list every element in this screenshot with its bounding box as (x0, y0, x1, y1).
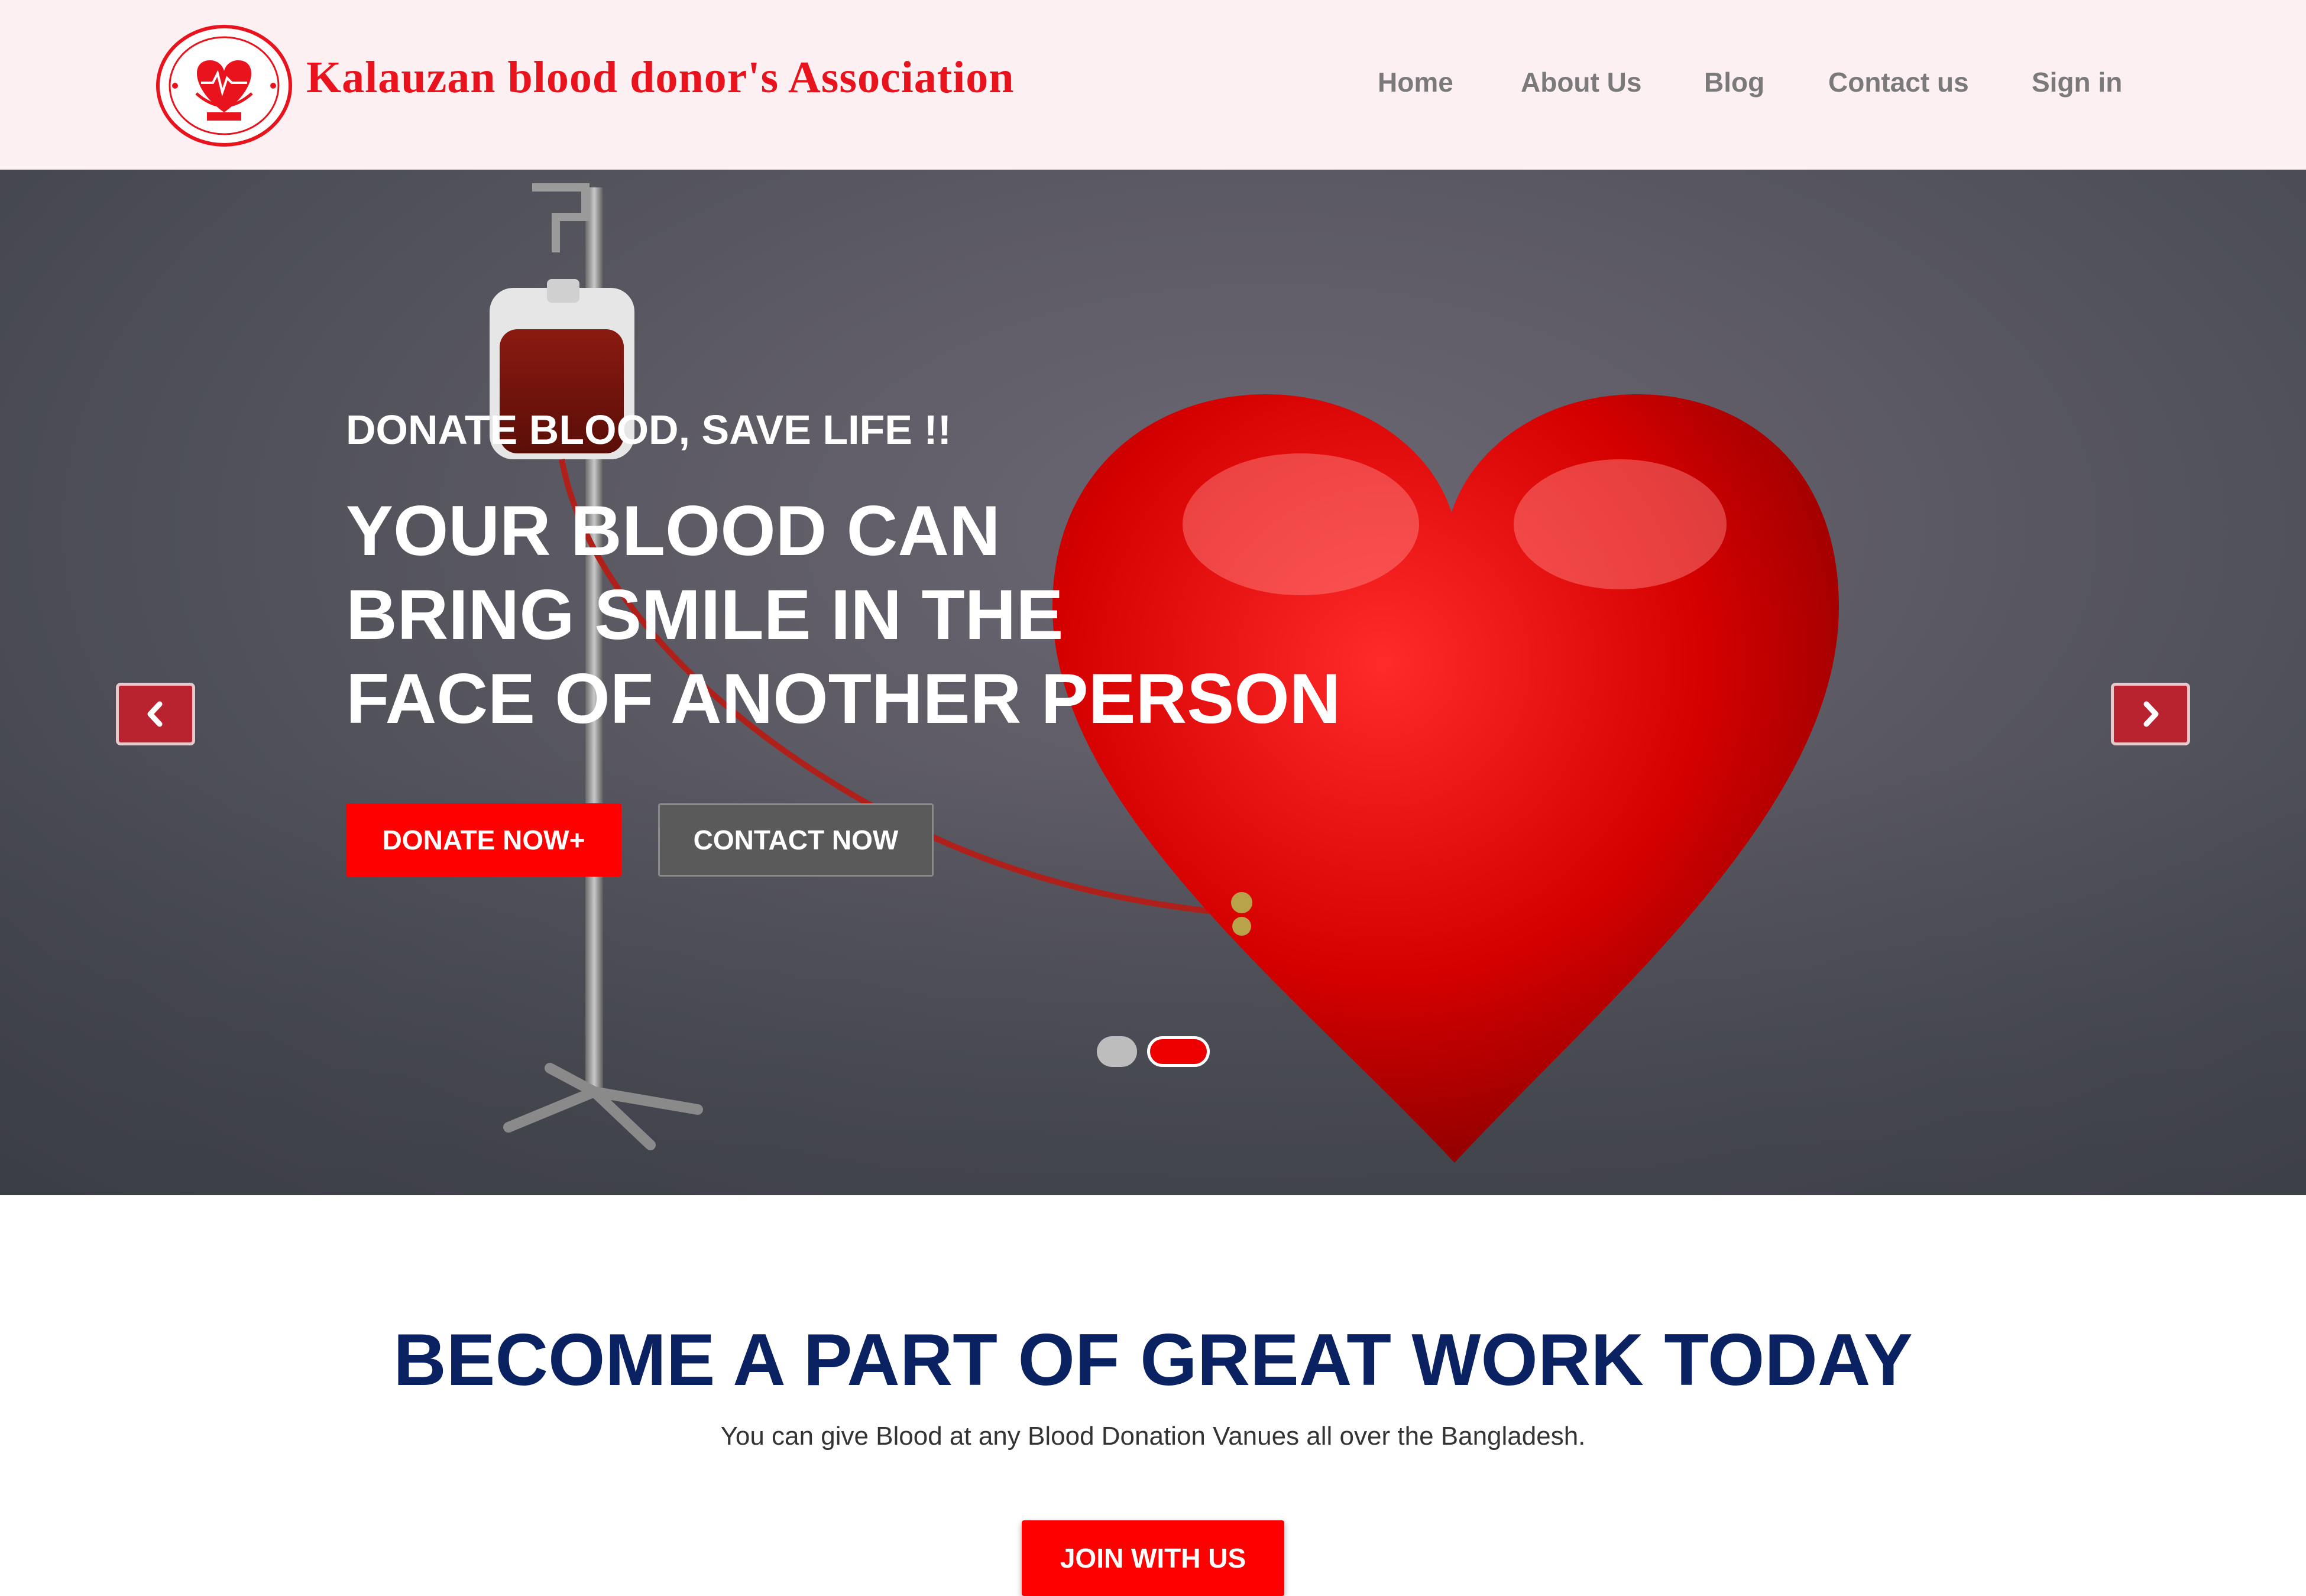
hero-title-line-2: BRING SMILE IN THE (346, 575, 1064, 654)
nav-contact-us[interactable]: Contact us (1828, 66, 1969, 98)
carousel-indicator-1[interactable] (1097, 1036, 1137, 1067)
chevron-right-icon (2143, 701, 2159, 727)
carousel-prev-button[interactable] (116, 683, 195, 745)
nav-home[interactable]: Home (1378, 66, 1453, 98)
site-header: Kalauzan blood donor's Association Home … (0, 0, 2306, 170)
nav-about-us[interactable]: About Us (1521, 66, 1641, 98)
hero-title-line-3: FACE OF ANOTHER PERSON (346, 659, 1341, 738)
cta-title: BECOME A PART OF GREAT WORK TODAY (393, 1319, 1913, 1401)
contact-now-button[interactable]: CONTACT NOW (658, 803, 934, 877)
carousel-next-button[interactable] (2111, 683, 2190, 745)
brand-name[interactable]: Kalauzan blood donor's Association (306, 52, 1015, 103)
hero-carousel: DONATE BLOOD, SAVE LIFE !! YOUR BLOOD CA… (0, 170, 2306, 1195)
carousel-indicator-2-active[interactable] (1147, 1036, 1210, 1067)
association-logo[interactable] (155, 24, 293, 148)
hero-title: YOUR BLOOD CAN BRING SMILE IN THE FACE O… (346, 489, 1340, 741)
hero-subtitle: DONATE BLOOD, SAVE LIFE !! (346, 407, 952, 453)
chevron-left-icon (147, 701, 163, 727)
join-with-us-button[interactable]: JOIN WITH US (1022, 1520, 1284, 1596)
nav-blog[interactable]: Blog (1704, 66, 1764, 98)
cta-subtitle: You can give Blood at any Blood Donation… (720, 1422, 1586, 1451)
hero-title-line-1: YOUR BLOOD CAN (346, 491, 1000, 570)
nav-sign-in[interactable]: Sign in (2032, 66, 2122, 98)
donate-now-button[interactable]: DONATE NOW+ (346, 803, 621, 877)
